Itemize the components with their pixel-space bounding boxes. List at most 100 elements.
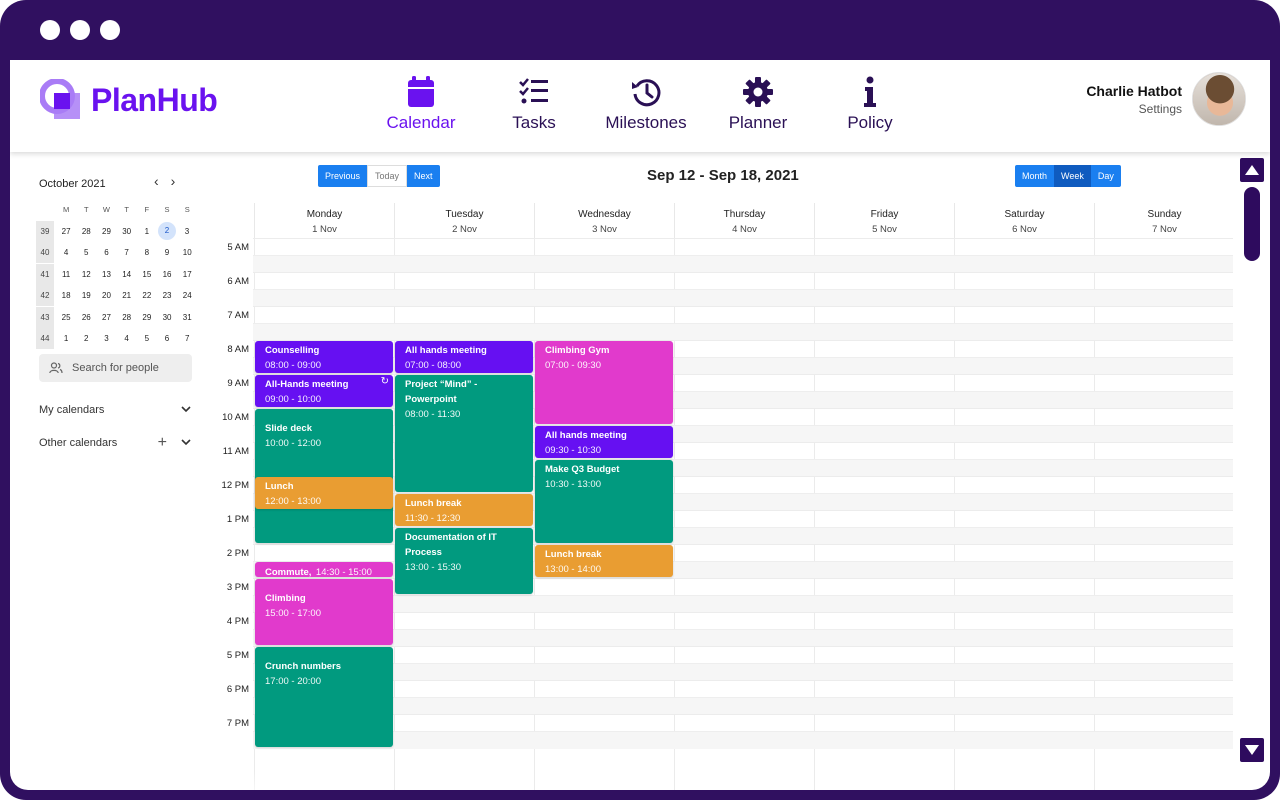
mini-calendar-day[interactable]: 6 [157,328,177,349]
window-dot-close[interactable] [40,20,60,40]
day-header[interactable]: Monday 1 Nov [254,203,394,238]
mini-calendar-day[interactable]: 20 [96,285,116,306]
week-view-button[interactable]: Week [1054,165,1091,187]
half-hour-slot[interactable] [253,289,1233,307]
calendar-event[interactable]: Lunch break 13:00 - 14:00 [535,545,673,577]
day-header[interactable]: Sunday 7 Nov [1094,203,1234,238]
next-button[interactable]: Next [407,165,440,187]
hour-slot[interactable] [253,612,1233,647]
mini-calendar-day[interactable]: 8 [137,242,157,263]
hour-slot[interactable] [253,714,1233,749]
mini-calendar-day[interactable]: 30 [117,221,137,242]
mini-calendar-day[interactable]: 18 [56,285,76,306]
day-header[interactable]: Saturday 6 Nov [954,203,1094,238]
logo[interactable]: PlanHub [40,79,218,121]
mini-calendar-day[interactable]: 23 [157,285,177,306]
day-header[interactable]: Thursday 4 Nov [674,203,814,238]
calendar-event[interactable]: All hands meeting 07:00 - 08:00 [395,341,533,373]
today-button[interactable]: Today [367,165,408,187]
mini-calendar-day[interactable]: 28 [117,307,137,328]
mini-calendar-day[interactable]: 28 [76,221,96,242]
mini-calendar-day[interactable]: 14 [117,264,137,285]
mini-calendar-day[interactable]: 12 [76,264,96,285]
mini-calendar-day[interactable]: 3 [177,221,197,242]
half-hour-slot[interactable] [253,629,1233,647]
settings-link[interactable]: Settings [1086,102,1182,116]
mini-calendar-day[interactable]: 5 [137,328,157,349]
mini-calendar-day[interactable]: 2 [157,222,176,241]
month-view-button[interactable]: Month [1015,165,1055,187]
mini-calendar-day[interactable]: 30 [157,307,177,328]
mini-calendar-day[interactable]: 27 [96,307,116,328]
mini-calendar-day[interactable]: 1 [137,221,157,242]
calendar-event[interactable]: Climbing Gym 07:00 - 09:30 [535,341,673,424]
mini-calendar-day[interactable]: 16 [157,264,177,285]
day-header[interactable]: Wednesday 3 Nov [534,203,674,238]
mini-calendar-day[interactable]: 31 [177,307,197,328]
half-hour-slot[interactable] [253,323,1233,341]
half-hour-slot[interactable] [253,595,1233,613]
mini-calendar-day[interactable]: 24 [177,285,197,306]
nav-planner[interactable]: Planner [703,76,813,133]
nav-tasks[interactable]: Tasks [479,76,589,133]
mini-calendar-day[interactable]: 17 [177,264,197,285]
mini-calendar-day[interactable]: 27 [56,221,76,242]
my-calendars-toggle[interactable]: My calendars [39,404,191,416]
calendar-event[interactable]: Lunch break 11:30 - 12:30 [395,494,533,526]
calendar-event[interactable]: Make Q3 Budget 10:30 - 13:00 [535,460,673,543]
scroll-up-button[interactable] [1240,158,1264,182]
half-hour-slot[interactable] [253,663,1233,681]
nav-calendar[interactable]: Calendar [366,76,476,133]
day-header[interactable]: Friday 5 Nov [814,203,954,238]
day-view-button[interactable]: Day [1090,165,1121,187]
mini-calendar-day[interactable]: 3 [96,328,116,349]
mini-calendar-day[interactable]: 29 [96,221,116,242]
half-hour-slot[interactable] [253,697,1233,715]
mini-calendar-day[interactable]: 29 [137,307,157,328]
hour-slot[interactable] [253,272,1233,307]
nav-policy[interactable]: Policy [815,76,925,133]
day-header[interactable]: Tuesday 2 Nov [394,203,534,238]
calendar-event[interactable]: All-Hands meeting 09:00 - 10:00 ↻ [255,375,393,407]
scrollbar-thumb[interactable] [1244,187,1260,261]
mini-calendar-day[interactable]: 5 [76,242,96,263]
mini-calendar-day[interactable]: 22 [137,285,157,306]
mini-calendar-day[interactable]: 25 [56,307,76,328]
mini-calendar-day[interactable]: 6 [96,242,116,263]
calendar-event[interactable]: Counselling 08:00 - 09:00 [255,341,393,373]
calendar-event[interactable]: All hands meeting 09:30 - 10:30 [535,426,673,458]
previous-button[interactable]: Previous [318,165,368,187]
mini-calendar-day[interactable]: 7 [117,242,137,263]
mini-calendar-day[interactable]: 1 [56,328,76,349]
mini-calendar-day[interactable]: 11 [56,264,76,285]
calendar-event[interactable]: Crunch numbers 17:00 - 20:00 [255,647,393,747]
half-hour-slot[interactable] [253,731,1233,749]
calendar-event[interactable]: Lunch 12:00 - 13:00 [255,477,393,509]
chevron-down-icon[interactable] [181,404,191,416]
hour-slot[interactable] [253,306,1233,341]
mini-calendar-day[interactable]: 2 [76,328,96,349]
avatar[interactable] [1192,72,1246,126]
mini-calendar-day[interactable]: 13 [96,264,116,285]
chevron-left-icon[interactable]: ‹ [154,173,159,189]
chevron-right-icon[interactable]: › [171,173,176,189]
calendar-event[interactable]: Commute, 14:30 - 15:00 [255,562,393,577]
hour-slot[interactable] [253,238,1233,273]
mini-calendar-day[interactable]: 4 [56,242,76,263]
window-dot-minimize[interactable] [70,20,90,40]
calendar-event[interactable]: Documentation of IT Process 13:00 - 15:30 [395,528,533,594]
half-hour-slot[interactable] [253,255,1233,273]
nav-milestones[interactable]: Milestones [591,76,701,133]
scroll-down-button[interactable] [1240,738,1264,762]
hour-slot[interactable] [253,680,1233,715]
calendar-event[interactable]: Project “Mind” - Powerpoint 08:00 - 11:30 [395,375,533,492]
mini-calendar-day[interactable]: 7 [177,328,197,349]
mini-calendar-day[interactable]: 21 [117,285,137,306]
calendar-event[interactable]: Climbing 15:00 - 17:00 [255,579,393,645]
other-calendars-toggle[interactable]: Other calendars + [39,435,191,451]
hour-slot[interactable] [253,646,1233,681]
mini-calendar-day[interactable]: 19 [76,285,96,306]
mini-calendar-day[interactable]: 26 [76,307,96,328]
mini-calendar-day[interactable]: 4 [117,328,137,349]
add-icon[interactable]: + [158,435,167,451]
